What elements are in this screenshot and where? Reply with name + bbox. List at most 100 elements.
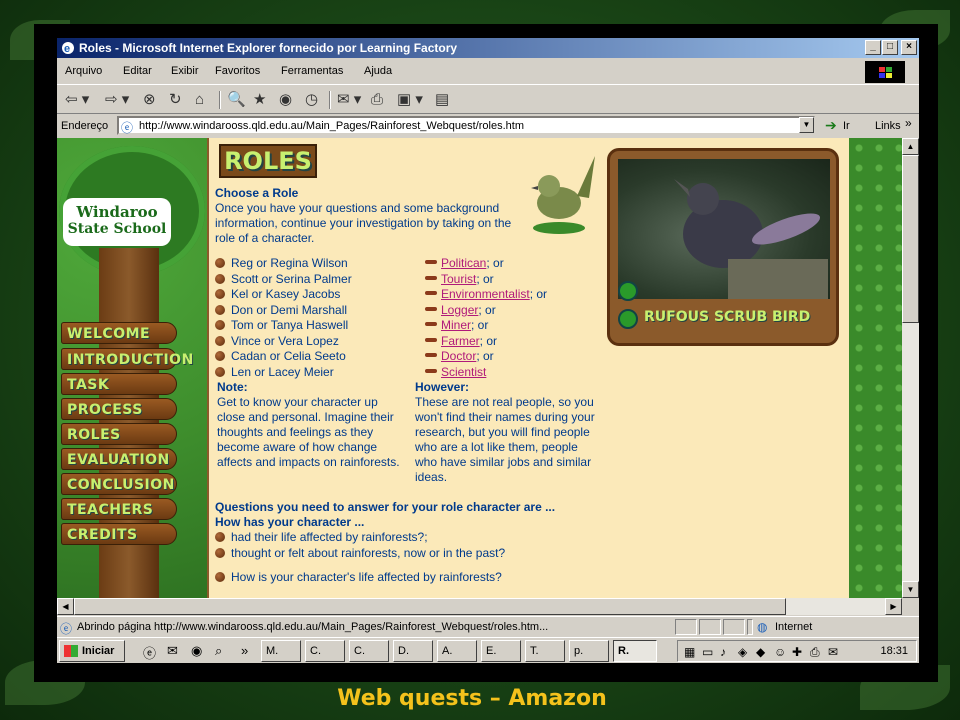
photo-up-button[interactable] — [618, 281, 638, 301]
however-text: These are not real people, so you won't … — [415, 395, 595, 484]
media-quicklaunch-icon[interactable]: ◉ — [191, 643, 202, 659]
menu-editar[interactable]: Editar — [123, 65, 152, 77]
bird-illustration — [531, 156, 595, 234]
taskbar-item[interactable]: M. — [261, 640, 301, 662]
toolbar: ⇦ ▾ ⇨ ▾ ⊗ ↻ ⌂ 🔍 ★ ◉ ◷ ✉ ▾ ⎙ ▣ ▾ ▤ — [57, 84, 919, 114]
chevron-right-icon[interactable]: » — [905, 116, 912, 130]
stop-icon[interactable]: ⊗ — [143, 91, 156, 109]
scroll-down-button[interactable]: ▼ — [902, 581, 919, 598]
chevron-right-icon[interactable]: » — [241, 643, 248, 658]
role-link-environmentalist[interactable]: Environmentalist — [441, 287, 530, 301]
outlook-quicklaunch-icon[interactable]: ✉ — [167, 643, 178, 659]
vertical-scroll-thumb[interactable] — [902, 155, 919, 323]
maximize-button[interactable]: □ — [882, 40, 898, 55]
messenger-icon[interactable]: ☺ — [774, 645, 786, 659]
history-icon[interactable]: ◷ — [305, 91, 318, 109]
school-logo[interactable]: Windaroo State School — [63, 198, 171, 246]
shield-icon[interactable]: ◈ — [738, 645, 747, 659]
nav-welcome[interactable]: WELCOME — [61, 322, 177, 344]
antivirus-icon[interactable]: ◆ — [756, 645, 765, 659]
list-item: thought or felt about rainforests, now o… — [215, 546, 505, 561]
list-item: Cadan or Celia Seeto — [215, 349, 346, 364]
address-dropdown-button[interactable]: ▼ — [799, 117, 814, 133]
nav-roles[interactable]: ROLES — [61, 423, 177, 445]
menu-ajuda[interactable]: Ajuda — [364, 65, 392, 77]
display-icon[interactable]: ▭ — [702, 645, 713, 659]
go-button[interactable]: Ir — [843, 120, 850, 132]
nav-introduction[interactable]: INTRODUCTION — [61, 348, 193, 370]
nav-process[interactable]: PROCESS — [61, 398, 177, 420]
menu-ferramentas[interactable]: Ferramentas — [281, 65, 343, 77]
nav-task[interactable]: TASK — [61, 373, 177, 395]
search-icon[interactable]: 🔍 — [227, 91, 246, 109]
address-bar: Endereço ⓔ http://www.windarooss.qld.edu… — [57, 114, 919, 138]
role-link-scientist[interactable]: Scientist — [441, 365, 486, 379]
vertical-scrollbar[interactable]: ▲ ▼ — [902, 138, 919, 598]
mail-icon[interactable]: ✉ ▾ — [337, 91, 361, 109]
edit-icon[interactable]: ▣ ▾ — [397, 91, 423, 109]
list-item: Kel or Kasey Jacobs — [215, 287, 340, 302]
list-item: Len or Lacey Meier — [215, 365, 334, 380]
nav-credits[interactable]: CREDITS — [61, 523, 177, 545]
page-viewport: Windaroo State School WELCOME INTRODUCTI… — [57, 138, 919, 598]
taskbar-item[interactable]: T. — [525, 640, 565, 662]
role-link-miner[interactable]: Miner — [441, 318, 471, 332]
refresh-icon[interactable]: ↻ — [169, 91, 182, 109]
taskbar-item[interactable]: C. — [305, 640, 345, 662]
menu-exibir[interactable]: Exibir — [171, 65, 199, 77]
search-quicklaunch-icon[interactable]: ⌕ — [215, 643, 222, 659]
forward-icon[interactable]: ⇨ ▾ — [105, 91, 129, 109]
update-icon[interactable]: ✚ — [792, 645, 802, 659]
role-link-farmer[interactable]: Farmer — [441, 334, 480, 348]
go-arrow-icon[interactable]: ➔ — [825, 117, 837, 134]
print-icon[interactable]: ⎙ — [371, 91, 383, 109]
role-item: Environmentalist; or — [425, 287, 547, 302]
nav-conclusion[interactable]: CONCLUSION — [61, 473, 177, 495]
role-link-logger[interactable]: Logger — [441, 303, 478, 317]
taskbar-item[interactable]: C. — [349, 640, 389, 662]
roles-heading: ROLES — [219, 144, 317, 178]
nav-evaluation[interactable]: EVALUATION — [61, 448, 177, 470]
questions-title: Questions you need to answer for your ro… — [215, 500, 556, 514]
clock[interactable]: 18:31 — [880, 645, 908, 657]
menu-arquivo[interactable]: Arquivo — [65, 65, 102, 77]
choose-role-text: Once you have your questions and some ba… — [215, 201, 512, 245]
taskbar-item[interactable]: E. — [481, 640, 521, 662]
horizontal-scrollbar[interactable]: ◀ ▶ — [57, 598, 902, 615]
scroll-up-button[interactable]: ▲ — [902, 138, 919, 155]
taskbar-item[interactable]: p. — [569, 640, 609, 662]
role-link-tourist[interactable]: Tourist — [441, 272, 476, 286]
taskbar-item-active[interactable]: R. — [613, 640, 657, 662]
scroll-right-button[interactable]: ▶ — [885, 598, 902, 615]
photo-play-button[interactable] — [618, 309, 638, 329]
menu-favoritos[interactable]: Favoritos — [215, 65, 260, 77]
discuss-icon[interactable]: ▤ — [435, 91, 449, 109]
network-icon[interactable]: ▦ — [684, 645, 695, 659]
ie-quicklaunch-icon[interactable]: ⓔ — [143, 643, 156, 662]
favorites-icon[interactable]: ★ — [253, 91, 266, 109]
taskbar-item[interactable]: A. — [437, 640, 477, 662]
minimize-button[interactable]: _ — [865, 40, 881, 55]
role-link-politican[interactable]: Politican — [441, 256, 486, 270]
role-link-doctor[interactable]: Doctor — [441, 349, 476, 363]
windows-logo — [865, 61, 905, 83]
school-name-line1: Windaroo — [76, 203, 158, 221]
volume-icon[interactable]: ♪ — [720, 645, 726, 659]
role-item: Doctor; or — [425, 349, 494, 364]
address-input[interactable]: ⓔ http://www.windarooss.qld.edu.au/Main_… — [117, 116, 815, 135]
printer-icon[interactable]: ⎙ — [810, 645, 820, 660]
home-icon[interactable]: ⌂ — [195, 91, 204, 109]
nav-teachers[interactable]: TEACHERS — [61, 498, 177, 520]
taskbar-item[interactable]: D. — [393, 640, 433, 662]
back-icon[interactable]: ⇦ ▾ — [65, 91, 89, 109]
horizontal-scroll-thumb[interactable] — [74, 598, 786, 615]
close-button[interactable]: × — [901, 40, 917, 55]
role-item: Politican; or — [425, 256, 504, 271]
links-button[interactable]: Links — [875, 120, 901, 132]
start-button[interactable]: Iniciar — [59, 640, 125, 662]
scroll-left-button[interactable]: ◀ — [57, 598, 74, 615]
media-icon[interactable]: ◉ — [279, 91, 292, 109]
chat-icon[interactable]: ✉ — [828, 645, 838, 659]
address-label: Endereço — [61, 120, 109, 132]
list-item: Scott or Serina Palmer — [215, 272, 352, 287]
